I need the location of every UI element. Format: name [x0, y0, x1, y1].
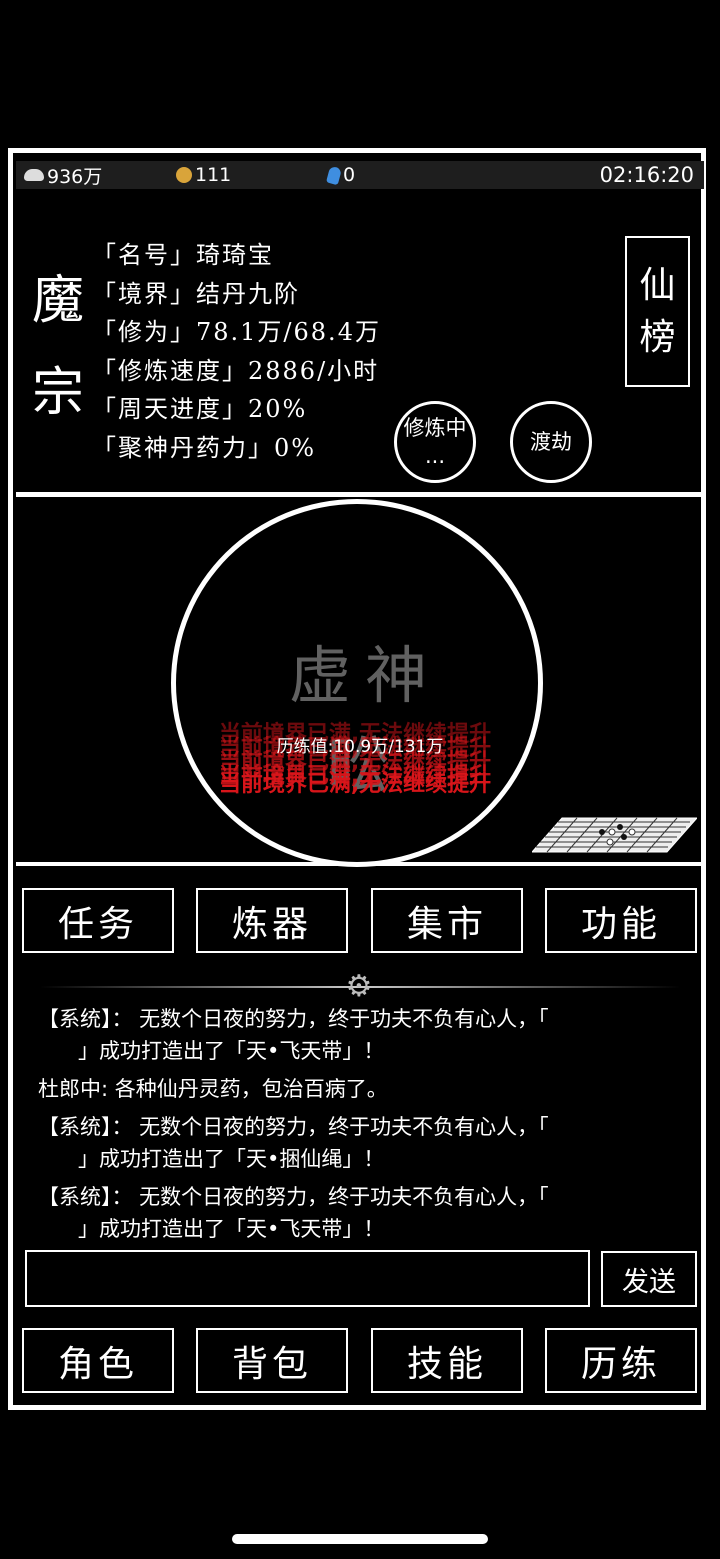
chat-line: 」成功打造出了「天•捆仙绳」！: [78, 1147, 385, 1171]
bag-button[interactable]: 背包: [196, 1328, 348, 1393]
forge-button[interactable]: 炼器: [196, 888, 348, 953]
send-label: 发送: [622, 1266, 676, 1298]
sect-char-2: 宗: [32, 363, 85, 423]
chat-message: 【系统】： 无数个日夜的努力，终于功夫不负有心人，「 」成功打造出了「天•捆仙绳…: [38, 1111, 678, 1175]
sect-emblem: 魔 宗: [32, 255, 84, 439]
cultivating-ellipsis: ...: [424, 444, 446, 468]
cultivating-label: 修炼中: [403, 416, 467, 440]
skills-label: 技能: [406, 1343, 487, 1385]
send-button[interactable]: 发送: [601, 1251, 697, 1307]
forge-label: 炼器: [231, 903, 312, 945]
market-button[interactable]: 集市: [371, 888, 523, 953]
cycle-line: 「周天进度」20%: [92, 395, 308, 423]
cultivating-button[interactable]: 修炼中 ...: [394, 401, 476, 483]
character-button[interactable]: 角色: [22, 1328, 174, 1393]
character-label: 角色: [57, 1343, 138, 1385]
chat-line: 」成功打造出了「天•飞天带」！: [78, 1217, 385, 1241]
name-line: 「名号」琦琦宝: [92, 241, 274, 269]
silver-ingot-icon: [24, 169, 44, 181]
function-label: 功能: [580, 903, 661, 945]
home-indicator[interactable]: [232, 1534, 488, 1544]
gold-value: 111: [195, 164, 232, 186]
chat-message: 【系统】： 无数个日夜的努力，终于功夫不负有心人，「 」成功打造出了「天•飞天带…: [38, 1181, 678, 1245]
gem-icon: [326, 165, 342, 185]
sect-char-1: 魔: [32, 271, 85, 331]
market-label: 集市: [406, 903, 487, 945]
gem-counter: 0: [326, 164, 356, 186]
training-label: 历练: [580, 1343, 661, 1385]
rank-label-1: 仙: [639, 264, 676, 306]
chat-log[interactable]: 【系统】： 无数个日夜的努力，终于功夫不负有心人，「 」成功打造出了「天•飞天带…: [38, 1003, 678, 1246]
chat-line: 【系统】： 无数个日夜的努力，终于功夫不负有心人，「: [38, 1007, 549, 1031]
rank-button[interactable]: 仙 榜: [625, 236, 690, 387]
training-button[interactable]: 历练: [545, 1328, 697, 1393]
chat-message: 【系统】： 无数个日夜的努力，终于功夫不负有心人，「 」成功打造出了「天•飞天带…: [38, 1003, 678, 1067]
silver-counter: 936万: [24, 162, 102, 189]
skills-button[interactable]: 技能: [371, 1328, 523, 1393]
realm-line: 「境界」结丹九阶: [92, 279, 300, 308]
gem-value: 0: [343, 164, 356, 186]
chat-input[interactable]: [25, 1250, 590, 1307]
chat-line: 【系统】： 无数个日夜的努力，终于功夫不负有心人，「: [38, 1115, 549, 1139]
chat-line: 【系统】： 无数个日夜的努力，终于功夫不负有心人，「: [38, 1185, 549, 1209]
pill-line: 「聚神丹药力」0%: [92, 433, 317, 462]
chat-message: 杜郎中: 各种仙丹灵药，包治百病了。: [38, 1073, 678, 1105]
tribulation-label: 渡劫: [530, 430, 572, 454]
gold-counter: 111: [176, 164, 231, 186]
experience-value: 历练值:10.9万/131万: [276, 737, 444, 757]
cultivation-line: 「修为」78.1万/68.4万: [92, 318, 381, 346]
rank-label-2: 榜: [639, 316, 676, 358]
chat-line: 杜郎中: 各种仙丹灵药，包治百病了。: [38, 1077, 388, 1101]
speed-line: 「修炼速度」2886/小时: [92, 356, 380, 385]
go-board-icon[interactable]: [532, 816, 697, 854]
gear-icon[interactable]: ⚙: [344, 972, 374, 1002]
function-button[interactable]: 功能: [545, 888, 697, 953]
character-info: 「名号」琦琦宝 「境界」结丹九阶 「修为」78.1万/68.4万 「修炼速度」2…: [92, 236, 381, 467]
tribulation-button[interactable]: 渡劫: [510, 401, 592, 483]
realm-full-warning: 当前境界已满,无法继续提升: [218, 772, 492, 797]
chat-line: 」成功打造出了「天•飞天带」！: [78, 1039, 385, 1063]
clock: 02:16:20: [599, 163, 694, 187]
silver-value: 936万: [47, 165, 103, 188]
quest-label: 任务: [57, 903, 138, 945]
gold-coin-icon: [176, 167, 192, 183]
bag-label: 背包: [231, 1343, 312, 1385]
quest-button[interactable]: 任务: [22, 888, 174, 953]
resource-bar: 936万 111 0 02:16:20: [16, 161, 704, 189]
